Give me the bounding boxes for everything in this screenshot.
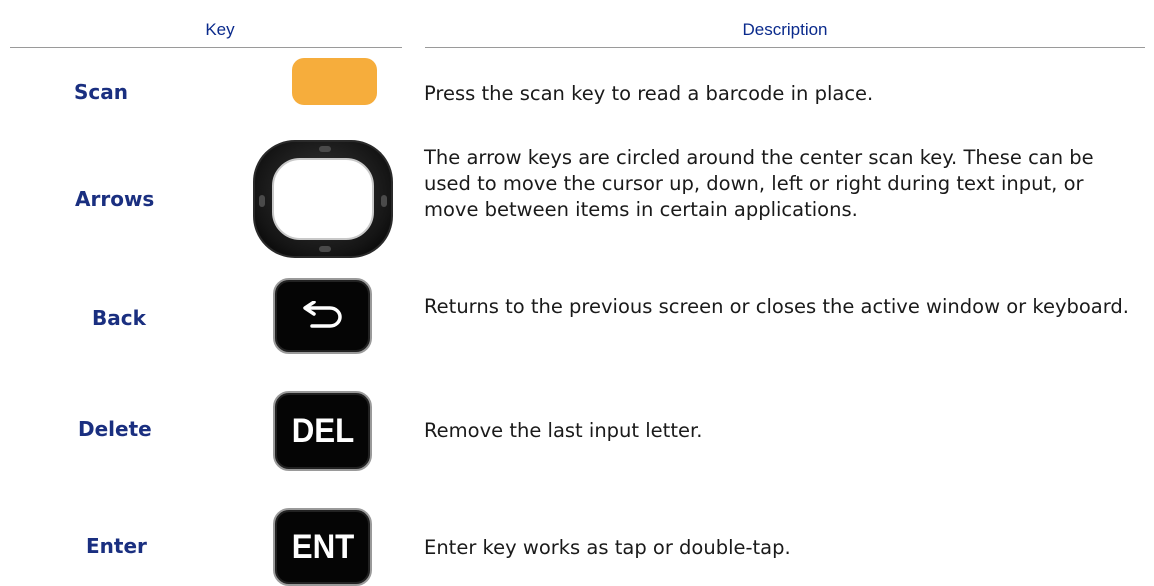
key-description-back: Returns to the previous screen or closes… (424, 295, 1129, 318)
header-rule-description (425, 47, 1145, 48)
delete-key-icon: DEL (273, 391, 372, 471)
scan-key-icon (292, 58, 377, 105)
up-arrow-notch-icon (319, 146, 331, 152)
key-description-delete: Remove the last input letter. (424, 419, 703, 442)
back-arrow-key-icon (273, 278, 372, 354)
header-rule-key (10, 47, 402, 48)
header-description: Description (742, 20, 828, 39)
table-row-arrows: Arrows The arrow keys are circled around… (0, 140, 1154, 258)
key-description-enter: Enter key works as tap or double-tap. (424, 536, 791, 559)
key-name-arrows: Arrows (75, 187, 155, 211)
right-arrow-notch-icon (381, 195, 387, 207)
center-scan-key-icon (272, 158, 374, 240)
table-row-enter: Enter ENT Enter key works as tap or doub… (0, 508, 1154, 586)
header-key: Key (205, 20, 235, 39)
table-row-delete: Delete DEL Remove the last input letter. (0, 391, 1154, 471)
enter-key-icon: ENT (273, 508, 372, 586)
down-arrow-notch-icon (319, 246, 331, 252)
key-description-arrows: The arrow keys are circled around the ce… (424, 146, 1094, 221)
back-arrow-icon (302, 301, 342, 328)
enter-key-label: ENT (291, 527, 354, 566)
arrow-keys-ring-icon (253, 140, 393, 258)
key-name-back: Back (92, 306, 146, 330)
key-name-enter: Enter (86, 534, 147, 558)
key-description-scan: Press the scan key to read a barcode in … (424, 82, 874, 105)
table-row-scan: Scan Press the scan key to read a barcod… (0, 58, 1154, 108)
key-name-delete: Delete (78, 417, 152, 441)
key-name-scan: Scan (74, 80, 128, 104)
left-arrow-notch-icon (259, 195, 265, 207)
delete-key-label: DEL (291, 411, 354, 450)
table-row-back: Back Returns to the previous screen or c… (0, 278, 1154, 354)
